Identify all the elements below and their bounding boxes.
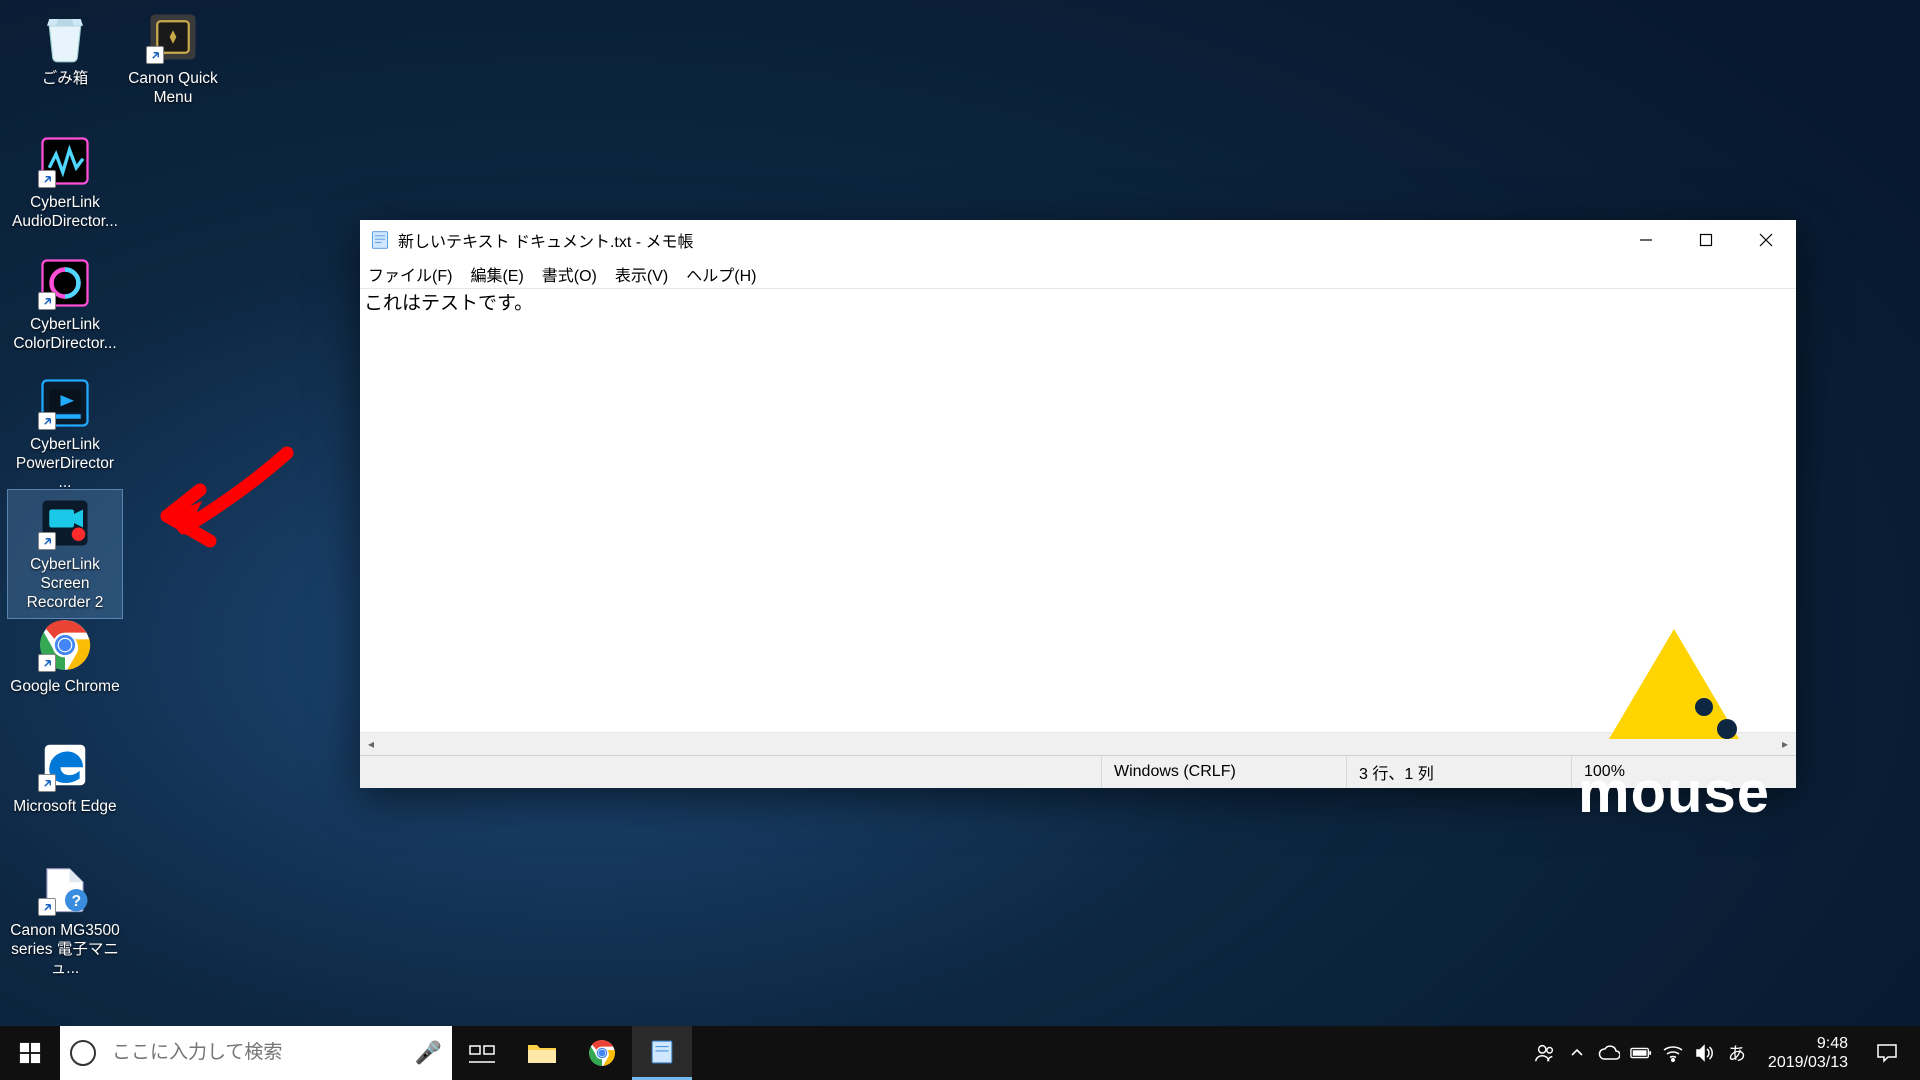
system-tray[interactable]: あ 9:48 2019/03/13 (1520, 1026, 1920, 1080)
maximize-button[interactable] (1676, 220, 1736, 260)
titlebar[interactable]: 新しいテキスト ドキュメント.txt - メモ帳 (360, 220, 1796, 260)
powerdir-icon (36, 374, 94, 432)
shortcut-overlay-icon (38, 532, 56, 550)
menu-file[interactable]: ファイル(F) (368, 262, 452, 286)
icon-label: Canon Quick Menu (128, 69, 218, 107)
desktop-icon-canonman[interactable]: ? Canon MG3500 series 電子マニュ... (8, 856, 122, 984)
desktop-icon-recycle[interactable]: ごみ箱 (8, 4, 122, 94)
task-view-button[interactable] (452, 1026, 512, 1080)
chrome-icon (588, 1039, 616, 1067)
screenrec-icon (36, 494, 94, 552)
status-encoding: Windows (CRLF) (1101, 756, 1346, 788)
taskbar-notepad[interactable] (632, 1026, 692, 1080)
desktop-icon-colordir[interactable]: CyberLink ColorDirector... (8, 250, 122, 359)
search-box[interactable]: 🎤 (60, 1026, 452, 1080)
taskbar[interactable]: 🎤 (0, 1026, 1920, 1080)
icon-label: CyberLink AudioDirector... (12, 193, 118, 231)
icon-label: Google Chrome (10, 677, 119, 696)
scroll-left-icon[interactable]: ◂ (360, 733, 382, 755)
icon-label: Microsoft Edge (13, 797, 116, 816)
file-explorer-icon (527, 1041, 557, 1065)
icon-label: ごみ箱 (42, 69, 89, 88)
audiodir-icon (36, 132, 94, 190)
desktop-icon-powerdir[interactable]: CyberLink PowerDirector ... (8, 370, 122, 498)
menu-edit[interactable]: 編集(E) (470, 262, 523, 286)
icon-label: CyberLink Screen Recorder 2 (10, 555, 120, 612)
desktop-icon-canon[interactable]: Canon Quick Menu (116, 4, 230, 113)
brand-wordmark: mouse (1578, 759, 1770, 826)
clock-date: 2019/03/13 (1768, 1053, 1848, 1072)
brand-logo: mouse (1578, 629, 1770, 826)
cheese-icon (1609, 629, 1739, 739)
icon-label: Canon MG3500 series 電子マニュ... (10, 921, 120, 978)
canonman-icon: ? (36, 860, 94, 918)
taskbar-explorer[interactable] (512, 1026, 572, 1080)
canon-icon (144, 8, 202, 66)
shortcut-overlay-icon (146, 46, 164, 64)
recycle-icon (36, 8, 94, 66)
mic-icon[interactable]: 🎤 (415, 1040, 442, 1066)
clock[interactable]: 9:48 2019/03/13 (1768, 1034, 1848, 1072)
chrome-icon (36, 616, 94, 674)
ime-indicator[interactable]: あ (1726, 1042, 1748, 1064)
desktop-icon-edge[interactable]: Microsoft Edge (8, 732, 122, 822)
desktop-icon-screenrec[interactable]: CyberLink Screen Recorder 2 (8, 490, 122, 618)
status-position: 3 行、1 列 (1346, 756, 1571, 788)
action-center-button[interactable] (1862, 1026, 1912, 1080)
shortcut-overlay-icon (38, 292, 56, 310)
volume-icon[interactable] (1694, 1042, 1716, 1064)
people-icon[interactable] (1534, 1042, 1556, 1064)
wifi-icon[interactable] (1662, 1042, 1684, 1064)
taskbar-chrome[interactable] (572, 1026, 632, 1080)
notepad-icon (370, 230, 390, 250)
menu-view[interactable]: 表示(V) (615, 262, 668, 286)
desktop[interactable]: ごみ箱 Canon Quick Menu CyberLink AudioDirect… (0, 0, 1920, 1026)
minimize-button[interactable] (1616, 220, 1676, 260)
window-title: 新しいテキスト ドキュメント.txt - メモ帳 (398, 228, 1616, 252)
scroll-right-icon[interactable]: ▸ (1774, 733, 1796, 755)
menu-format[interactable]: 書式(O) (542, 262, 597, 286)
close-button[interactable] (1736, 220, 1796, 260)
onedrive-icon[interactable] (1598, 1042, 1620, 1064)
colordir-icon (36, 254, 94, 312)
desktop-icon-audiodir[interactable]: CyberLink AudioDirector... (8, 128, 122, 237)
icon-label: CyberLink PowerDirector ... (10, 435, 120, 492)
notification-icon (1876, 1043, 1898, 1063)
shortcut-overlay-icon (38, 774, 56, 792)
battery-icon[interactable] (1630, 1042, 1652, 1064)
tray-chevron-icon[interactable] (1566, 1042, 1588, 1064)
cortana-icon (70, 1040, 96, 1066)
shortcut-overlay-icon (38, 898, 56, 916)
search-input[interactable] (110, 1041, 407, 1065)
menubar: ファイル(F) 編集(E) 書式(O) 表示(V) ヘルプ(H) (360, 260, 1796, 289)
window-controls (1616, 220, 1796, 260)
task-view-icon (469, 1042, 495, 1064)
icon-label: CyberLink ColorDirector... (13, 315, 116, 353)
clock-time: 9:48 (1768, 1034, 1848, 1053)
shortcut-overlay-icon (38, 412, 56, 430)
start-button[interactable] (0, 1026, 60, 1080)
svg-text:?: ? (71, 893, 81, 910)
desktop-icon-chrome[interactable]: Google Chrome (8, 612, 122, 702)
windows-logo-icon (19, 1042, 41, 1064)
notepad-icon (649, 1038, 675, 1066)
shortcut-overlay-icon (38, 654, 56, 672)
shortcut-overlay-icon (38, 170, 56, 188)
annotation-arrow (152, 438, 302, 558)
edge-icon (36, 736, 94, 794)
menu-help[interactable]: ヘルプ(H) (686, 262, 756, 286)
